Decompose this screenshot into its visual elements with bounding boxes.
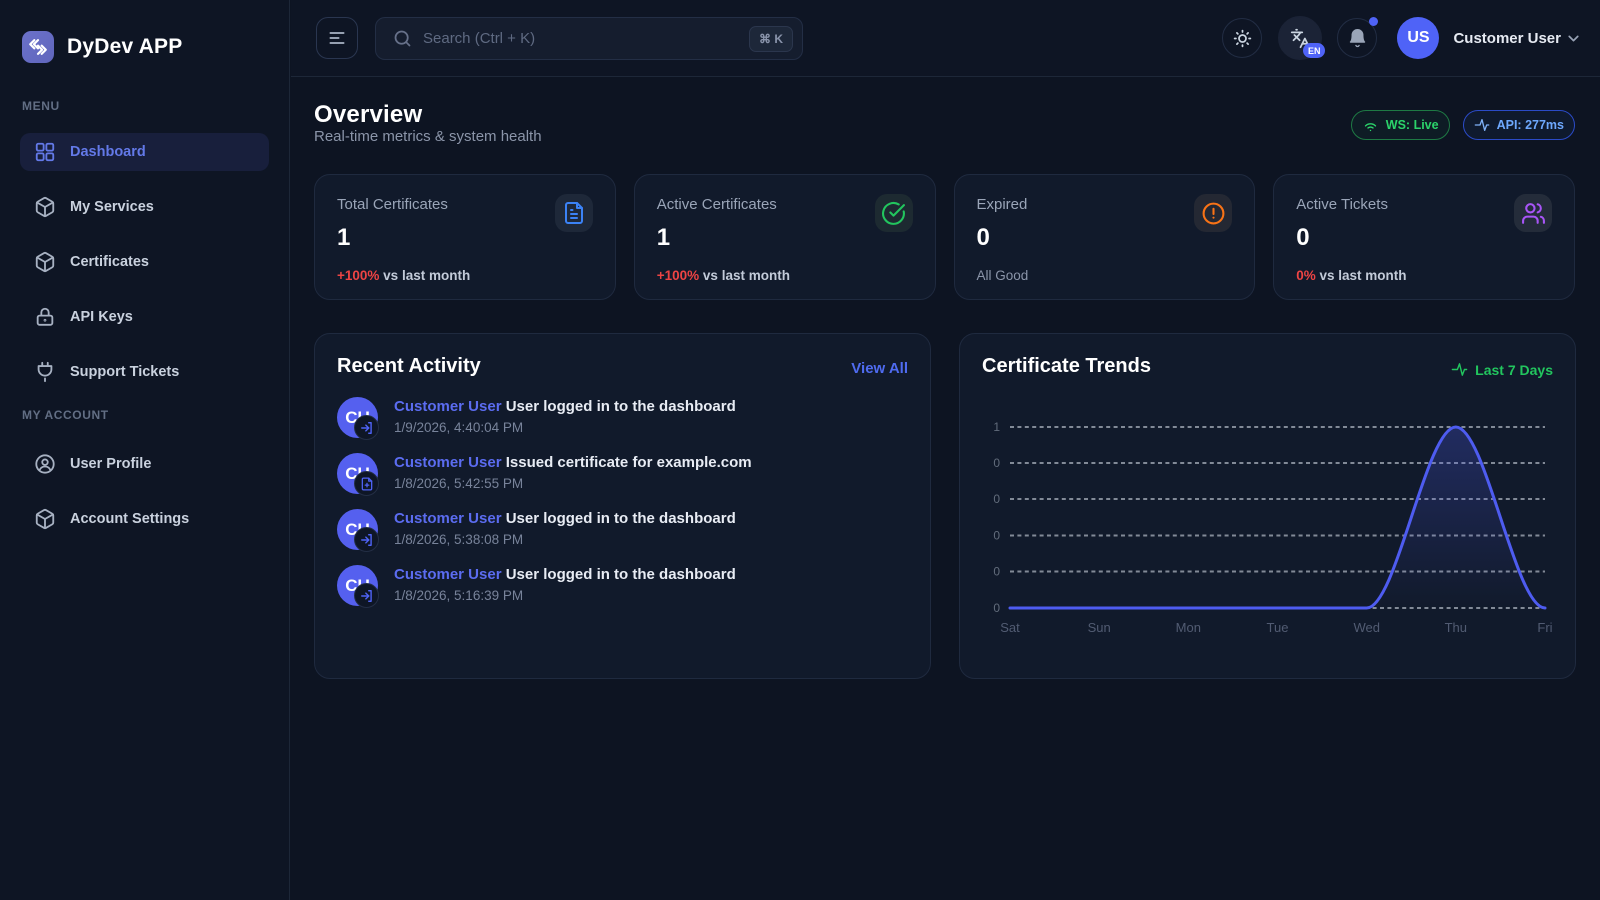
svg-text:0: 0	[993, 565, 1000, 579]
svg-text:1: 1	[993, 420, 1000, 434]
svg-text:Wed: Wed	[1353, 620, 1380, 635]
svg-text:Thu: Thu	[1445, 620, 1467, 635]
svg-text:0: 0	[993, 456, 1000, 470]
svg-text:Sat: Sat	[1000, 620, 1020, 635]
svg-text:Mon: Mon	[1176, 620, 1201, 635]
svg-text:0: 0	[993, 601, 1000, 615]
svg-text:0: 0	[993, 529, 1000, 543]
svg-text:Sun: Sun	[1088, 620, 1111, 635]
svg-text:0: 0	[993, 492, 1000, 506]
svg-text:Fri: Fri	[1537, 620, 1552, 635]
svg-text:Tue: Tue	[1267, 620, 1289, 635]
